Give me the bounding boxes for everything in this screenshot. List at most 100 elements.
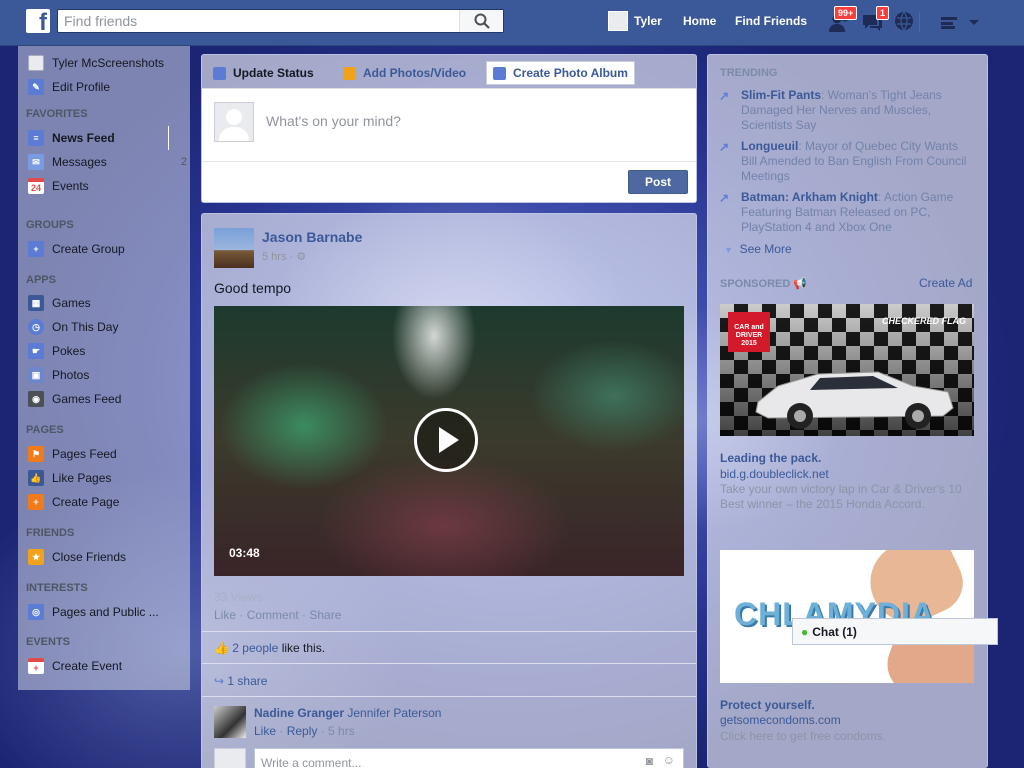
- games-icon: ▦: [28, 295, 44, 311]
- post-button[interactable]: Post: [628, 170, 688, 194]
- sponsored-heading: SPONSORED 📢: [720, 277, 807, 290]
- chat-tab[interactable]: ● Chat (1): [792, 618, 998, 645]
- facebook-logo[interactable]: f: [26, 9, 50, 33]
- comment-placeholder: Write a comment...: [261, 756, 362, 768]
- trend-item[interactable]: ↗ Batman: Arkham Knight: Action Game Fea…: [719, 190, 970, 235]
- play-button[interactable]: [414, 408, 478, 472]
- plus-icon: +: [28, 494, 44, 510]
- like-link[interactable]: Like: [214, 608, 236, 622]
- comment-like-link[interactable]: Like: [254, 724, 276, 738]
- trend-title: Slim-Fit Pants: [741, 88, 822, 102]
- sidebar-item-label: Pages and Public ...: [52, 605, 159, 619]
- search-input[interactable]: [58, 10, 458, 32]
- ad2-title[interactable]: Protect yourself.: [720, 698, 815, 712]
- comment-author[interactable]: Nadine Granger: [254, 706, 344, 720]
- composer-input[interactable]: What's on your mind?: [266, 113, 401, 129]
- ad1-title[interactable]: Leading the pack.: [720, 451, 821, 465]
- trend-item[interactable]: ↗ Slim-Fit Pants: Woman's Tight Jeans Da…: [719, 88, 970, 133]
- ad-chlamydia-image[interactable]: CHLAMYDIA: [720, 550, 974, 683]
- tab-label: Update Status: [233, 66, 314, 80]
- comment-input[interactable]: Write a comment... ◙ ☺: [254, 748, 684, 768]
- privacy-shortcuts[interactable]: [939, 14, 963, 38]
- likes-text: like this.: [281, 641, 326, 655]
- sidebar-item-create-page[interactable]: + Create Page: [28, 493, 119, 511]
- likes-link[interactable]: 2 people: [232, 641, 278, 655]
- apps-heading: APPS: [26, 274, 56, 286]
- shares-summary[interactable]: ↪ 1 share: [214, 674, 267, 688]
- sidebar-item-events[interactable]: 24 Events: [28, 177, 89, 195]
- emoji-icon[interactable]: ☺: [663, 753, 675, 767]
- see-more-link[interactable]: ▼ See More: [724, 242, 792, 256]
- trend-item[interactable]: ↗ Longueuil: Mayor of Quebec City Wants …: [719, 139, 970, 184]
- sidebar-item-create-event[interactable]: + Create Event: [28, 657, 122, 675]
- story-actions: Like · Comment · Share: [214, 608, 342, 622]
- messages-jewel[interactable]: 1: [860, 6, 890, 34]
- left-sidebar: Tyler McScreenshots ✎ Edit Profile FAVOR…: [18, 46, 190, 690]
- commenter-avatar[interactable]: [214, 706, 246, 738]
- sidebar-item-pages-public[interactable]: ◎ Pages and Public ...: [28, 603, 159, 621]
- tab-create-album[interactable]: Create Photo Album: [486, 61, 635, 85]
- play-icon: [439, 427, 459, 453]
- trending-icon: ↗: [719, 191, 730, 205]
- sidebar-item-games-feed[interactable]: ◉ Games Feed: [28, 390, 121, 408]
- globe-icon: [895, 11, 913, 31]
- trending-icon: ↗: [719, 89, 730, 103]
- user-avatar[interactable]: [608, 11, 628, 31]
- video-player[interactable]: 03:48: [214, 306, 684, 576]
- sidebar-item-pages-feed[interactable]: ⚑ Pages Feed: [28, 445, 117, 463]
- sidebar-edit-profile[interactable]: ✎ Edit Profile: [28, 78, 110, 96]
- comment-reply-link[interactable]: Reply: [287, 724, 318, 738]
- sidebar-item-news-feed[interactable]: ≡ News Feed: [28, 129, 115, 147]
- shares-link[interactable]: 1 share: [227, 674, 267, 688]
- sidebar-profile[interactable]: Tyler McScreenshots: [28, 54, 164, 72]
- sidebar-item-pokes[interactable]: ☛ Pokes: [28, 342, 85, 360]
- share-link[interactable]: Share: [309, 608, 341, 622]
- home-link[interactable]: Home: [683, 14, 716, 28]
- sidebar-item-on-this-day[interactable]: ◷ On This Day: [28, 318, 118, 336]
- story-timestamp[interactable]: 5 hrs · ⚙: [262, 250, 306, 263]
- comment-link[interactable]: Comment: [247, 608, 299, 622]
- messages-icon: ✉: [28, 154, 44, 170]
- feed-story: Jason Barnabe 5 hrs · ⚙ Good tempo 03:48…: [201, 213, 697, 768]
- sidebar-item-label: News Feed: [52, 131, 115, 145]
- ad-car-image[interactable]: CAR and DRIVER 2015 CHECKERED FLAG: [720, 304, 974, 436]
- ad2-text: Click here to get free condoms.: [720, 729, 887, 743]
- tab-add-photos[interactable]: Add Photos/Video: [343, 61, 466, 85]
- tab-update-status[interactable]: Update Status: [213, 61, 314, 85]
- sidebar-item-label: Like Pages: [52, 471, 112, 485]
- sidebar-item-photos[interactable]: ▣ Photos: [28, 366, 89, 384]
- clock-icon: ◷: [28, 319, 44, 335]
- account-menu[interactable]: [968, 16, 992, 40]
- create-ad-link[interactable]: Create Ad: [919, 276, 972, 290]
- ad2-domain[interactable]: getsomecondoms.com: [720, 713, 841, 727]
- search-button[interactable]: [459, 10, 503, 32]
- likes-summary: 👍 2 people like this.: [214, 641, 325, 655]
- thumbs-up-icon: 👍: [28, 470, 44, 486]
- sidebar-item-messages[interactable]: ✉ Messages 2: [28, 153, 187, 171]
- interests-heading: INTERESTS: [26, 582, 88, 594]
- friend-requests-jewel[interactable]: 99+: [828, 6, 858, 34]
- comment: Nadine Granger Jennifer Paterson: [254, 706, 441, 720]
- sidebar-item-label: Create Group: [52, 242, 125, 256]
- sidebar-profile-label: Tyler McScreenshots: [52, 56, 165, 70]
- ad1-domain[interactable]: bid.g.doubleclick.net: [720, 467, 829, 481]
- calendar-icon: 24: [28, 178, 44, 194]
- friends-heading: FRIENDS: [26, 527, 75, 539]
- comment-tag[interactable]: Jennifer Paterson: [347, 706, 441, 720]
- sidebar-item-games[interactable]: ▦ Games: [28, 294, 91, 312]
- author-name[interactable]: Jason Barnabe: [262, 229, 362, 245]
- find-friends-link[interactable]: Find Friends: [735, 14, 807, 28]
- camera-icon[interactable]: ◙: [646, 754, 653, 768]
- default-avatar-icon: [219, 109, 249, 141]
- notifications-jewel[interactable]: [893, 10, 917, 34]
- chevron-down-icon: [969, 20, 979, 25]
- sidebar-item-like-pages[interactable]: 👍 Like Pages: [28, 469, 111, 487]
- magazine-badge: CAR and DRIVER 2015: [728, 312, 770, 352]
- profile-link[interactable]: Tyler: [634, 14, 662, 28]
- sidebar-item-close-friends[interactable]: ★ Close Friends: [28, 548, 126, 566]
- pencil-icon: ✎: [28, 79, 44, 95]
- author-avatar[interactable]: [214, 228, 254, 268]
- topbar-divider: [919, 12, 920, 32]
- sidebar-item-create-group[interactable]: + Create Group: [28, 240, 125, 258]
- sidebar-item-label: Photos: [52, 368, 90, 382]
